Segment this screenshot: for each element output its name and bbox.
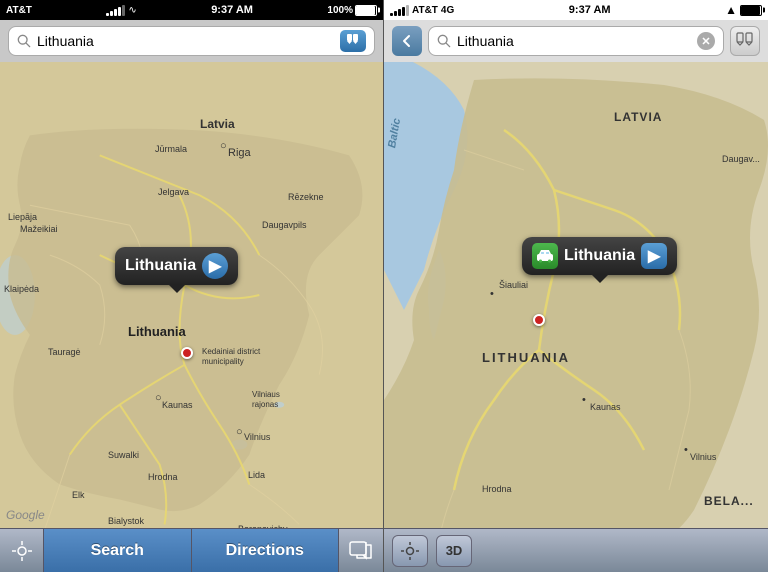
left-google-logo: Google bbox=[6, 508, 45, 522]
left-directions-button-label: Directions bbox=[226, 542, 304, 560]
right-callout-label: Lithuania bbox=[564, 247, 635, 265]
left-callout-label: Lithuania bbox=[125, 257, 196, 275]
right-signal-bar-3 bbox=[398, 9, 401, 16]
right-back-button[interactable] bbox=[392, 26, 422, 56]
right-3d-button[interactable]: 3D bbox=[436, 535, 472, 567]
left-search-icon bbox=[17, 34, 31, 48]
right-map-svg bbox=[384, 62, 768, 528]
left-page-button[interactable] bbox=[339, 529, 383, 572]
right-gps-icon: ▲ bbox=[725, 3, 737, 17]
left-page-icon bbox=[349, 541, 373, 561]
left-battery-icon bbox=[355, 5, 377, 16]
left-battery-fill bbox=[356, 6, 375, 15]
right-status-bar: AT&T 4G 9:37 AM ▲ bbox=[384, 0, 768, 20]
right-back-icon bbox=[398, 32, 416, 50]
right-battery-icon bbox=[740, 5, 762, 16]
left-search-container: Lithuania bbox=[0, 20, 383, 62]
right-signal-bar-2 bbox=[394, 11, 397, 16]
right-callout[interactable]: Lithuania ▶ bbox=[522, 237, 677, 275]
left-search-input[interactable]: Lithuania bbox=[37, 33, 334, 49]
right-signal bbox=[390, 4, 409, 16]
signal-bar-2 bbox=[110, 11, 113, 16]
right-gps-button[interactable] bbox=[392, 535, 428, 567]
signal-bar-4 bbox=[118, 7, 121, 16]
signal-bar-1 bbox=[106, 13, 109, 16]
right-3d-label: 3D bbox=[446, 543, 463, 558]
left-bookmarks-button[interactable] bbox=[340, 30, 366, 52]
right-callout-car-icon bbox=[532, 243, 558, 269]
left-wifi-icon: ∿ bbox=[128, 5, 136, 16]
left-battery-pct: 100% bbox=[327, 5, 353, 16]
right-callout-arrow[interactable]: ▶ bbox=[641, 243, 667, 269]
left-phone: AT&T ∿ 9:37 AM 100% Lithuania bbox=[0, 0, 384, 572]
left-location-icon bbox=[11, 540, 33, 562]
left-signal bbox=[106, 4, 125, 16]
right-search-container: Lithuania ✕ bbox=[384, 20, 768, 62]
left-time: 9:37 AM bbox=[211, 4, 253, 16]
right-search-bar[interactable]: Lithuania ✕ bbox=[428, 26, 724, 56]
left-status-bar: AT&T ∿ 9:37 AM 100% bbox=[0, 0, 383, 20]
left-toolbar: Search Directions bbox=[0, 528, 383, 572]
right-clear-button[interactable]: ✕ bbox=[697, 32, 715, 50]
right-toolbar: 3D bbox=[384, 528, 768, 572]
left-callout-arrow[interactable]: ▶ bbox=[202, 253, 228, 279]
left-gps-button[interactable] bbox=[0, 529, 44, 572]
left-carrier: AT&T bbox=[6, 5, 32, 16]
right-carrier: AT&T bbox=[412, 5, 438, 16]
signal-bar-5 bbox=[122, 5, 125, 16]
right-signal-bar-5 bbox=[406, 5, 409, 16]
right-bookmarks-button[interactable] bbox=[730, 26, 760, 56]
signal-bar-3 bbox=[114, 9, 117, 16]
right-time: 9:37 AM bbox=[569, 4, 611, 16]
right-signal-bar-1 bbox=[390, 13, 393, 16]
right-search-input[interactable]: Lithuania bbox=[457, 33, 691, 49]
left-map[interactable]: Latvia Jūrmala ○ Riga Liepāja Jelgava Rē… bbox=[0, 62, 383, 528]
left-map-svg bbox=[0, 62, 383, 528]
right-location-icon bbox=[400, 541, 420, 561]
left-search-button-label: Search bbox=[91, 542, 144, 560]
left-callout[interactable]: Lithuania ▶ bbox=[115, 247, 238, 285]
left-map-pin bbox=[181, 347, 193, 359]
right-car-svg bbox=[536, 249, 554, 263]
right-search-icon bbox=[437, 34, 451, 48]
right-map-pin bbox=[533, 314, 545, 326]
left-bookmarks-icon bbox=[345, 33, 361, 49]
right-signal-bar-4 bbox=[402, 7, 405, 16]
left-directions-button[interactable]: Directions bbox=[192, 529, 340, 572]
right-network: 4G bbox=[441, 5, 454, 16]
left-search-bar[interactable]: Lithuania bbox=[8, 26, 375, 56]
right-battery-fill bbox=[741, 6, 760, 15]
right-phone: AT&T 4G 9:37 AM ▲ Lithuania ✕ bbox=[384, 0, 768, 572]
left-search-button[interactable]: Search bbox=[44, 529, 192, 572]
right-map[interactable]: Baltic LATVIA Daugav... LITHUANIA • Šiau… bbox=[384, 62, 768, 528]
left-callout-arrow-icon: ▶ bbox=[209, 256, 221, 276]
right-callout-arrow-icon: ▶ bbox=[648, 246, 660, 266]
right-bookmarks-icon bbox=[736, 32, 754, 50]
